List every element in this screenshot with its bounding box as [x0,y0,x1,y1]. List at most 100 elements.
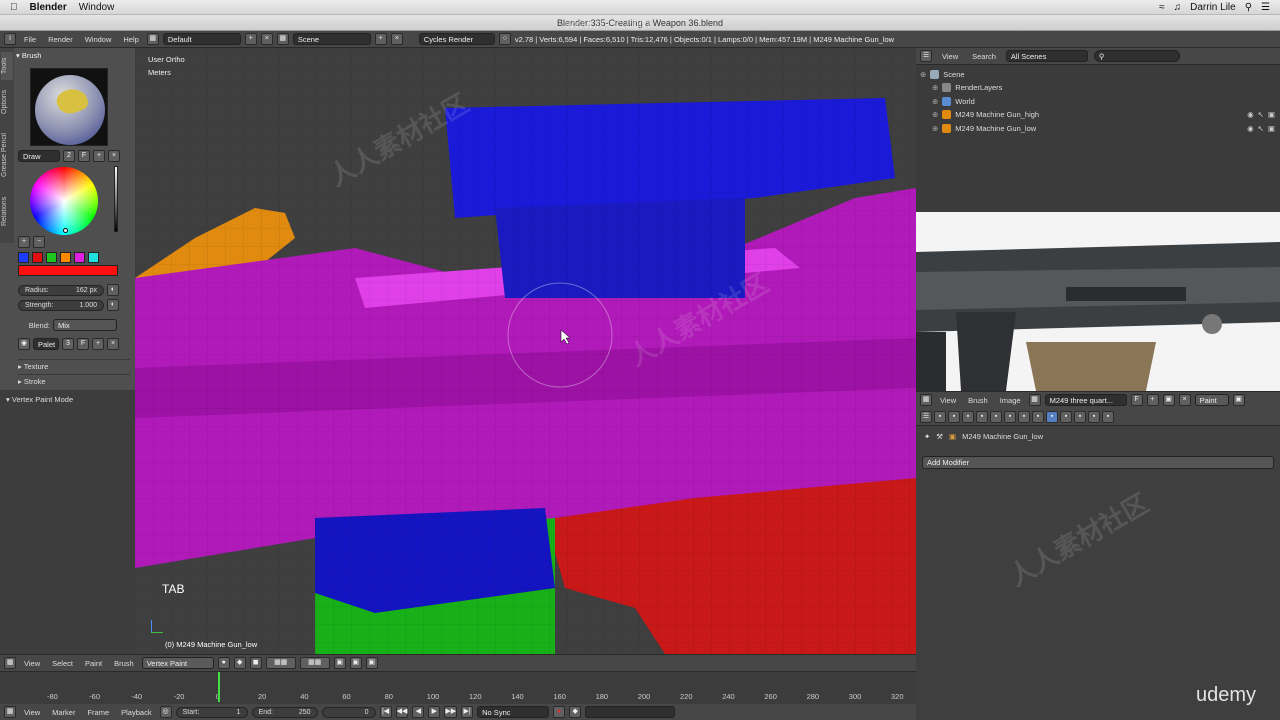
brush-remove-button[interactable]: × [108,150,120,162]
reference-image[interactable] [916,212,1280,391]
expand-toggle-icon[interactable]: ⊕ [932,97,938,106]
outliner-item[interactable]: ⊕ RenderLayers [920,81,1275,94]
brush-users[interactable]: 2 [63,150,75,162]
viewport-paint-menu[interactable]: Paint [81,659,106,668]
play-icon[interactable]: ▶ [428,706,441,718]
mask-icon[interactable]: ◼ [249,657,262,669]
properties-tab-icon[interactable]: ▪ [1018,410,1030,423]
volume-icon[interactable]: ♫ [1174,2,1182,13]
mode-panel-header[interactable]: ▾ Vertex Paint Mode [0,390,135,409]
outliner-search-menu[interactable]: Search [968,52,1000,61]
outliner-item[interactable]: ⊕ M249 Machine Gun_low ◉ ↖ ▣ [920,122,1275,135]
start-frame-field[interactable]: Start: 1 [175,706,248,718]
pin-icon[interactable]: ✦ [924,432,930,441]
menu-render[interactable]: Render [44,35,77,44]
current-frame-field[interactable]: 0 [321,706,376,718]
properties-tab-icon[interactable]: ▪ [1032,410,1044,423]
scene-icon[interactable]: ▦ [276,33,289,45]
menu-list-icon[interactable]: ☰ [1261,2,1270,13]
menu-window[interactable]: Window [81,35,116,44]
menu-help[interactable]: Help [119,35,142,44]
texture-panel-header[interactable]: ▸ Texture [18,359,130,371]
image-editor-icon[interactable]: ▦ [920,394,932,406]
palette-swatch[interactable] [88,251,99,263]
image-open-icon[interactable]: ▣ [1162,394,1175,406]
properties-tab-icon[interactable]: ▪ [962,410,974,423]
timeline[interactable]: -80-60-40-200204060801001201401601802002… [0,671,916,704]
keying-set-icon[interactable]: ◆ [569,706,582,718]
layout-icon[interactable]: ▦ [146,33,159,45]
viewport-brush-menu[interactable]: Brush [110,659,138,668]
palette-remove-color-button[interactable]: − [33,236,45,248]
current-color-field[interactable] [18,265,118,276]
strength-slider[interactable]: Strength: 1.000 [18,299,104,311]
apple-icon[interactable]:  [10,2,18,13]
add-modifier-button[interactable]: Add Modifier [922,456,1274,469]
shading-select-icon[interactable]: ● [217,657,230,669]
keying-set-field[interactable] [585,706,676,718]
image-image-menu[interactable]: Image [996,396,1025,405]
end-frame-field[interactable]: End: 250 [251,706,318,718]
properties-tab-icon[interactable]: ▪ [934,410,946,423]
search-icon[interactable]: ⚲ [1245,2,1252,13]
palette-swatch[interactable] [60,251,71,263]
properties-tab-icon[interactable]: ▪ [948,410,960,423]
layout-remove-button[interactable]: × [260,33,273,45]
timeline-frame-menu[interactable]: Frame [83,708,113,717]
palette-swatch[interactable] [74,251,85,263]
tab-relations[interactable]: Relations [1,190,13,232]
layout-add-button[interactable]: + [244,33,257,45]
image-browse-icon[interactable]: ▦ [1028,394,1041,406]
record-icon[interactable]: ● [553,706,566,718]
opengl-render-icon[interactable]: ▣ [365,657,378,669]
jump-key-back-icon[interactable]: ◀◀ [395,706,409,718]
image-close-button[interactable]: × [1178,394,1191,406]
palette-add-button[interactable]: + [92,338,104,350]
blend-select[interactable]: Mix [53,319,117,331]
timeline-marker-menu[interactable]: Marker [48,708,79,717]
brush-preview[interactable] [30,68,108,146]
properties-editor-icon[interactable]: ☰ [920,410,932,423]
timeline-view-menu[interactable]: View [20,708,44,717]
timeline-playback-menu[interactable]: Playback [117,708,155,717]
brush-fake-user[interactable]: F [78,150,90,162]
palette-swatch[interactable] [46,251,57,263]
app-menu[interactable]: Blender [30,2,67,13]
user-name[interactable]: Darrin Lile [1190,2,1236,13]
select-arrow-icon[interactable]: ↖ [1258,124,1264,133]
current-frame-marker[interactable] [218,672,220,702]
render-camera-icon[interactable]: ▣ [1268,110,1275,119]
outliner-editor-icon[interactable]: ☰ [920,50,932,62]
scene-field[interactable]: Scene [292,33,371,45]
properties-tab-icon[interactable]: ▪ [1088,410,1100,423]
outliner-item[interactable]: ⊕ World [920,95,1275,108]
image-mode-select[interactable]: Paint [1194,394,1229,406]
image-brush-menu[interactable]: Brush [964,396,992,405]
jump-key-forward-icon[interactable]: ▶▶ [444,706,458,718]
stroke-panel-header[interactable]: ▸ Stroke [18,374,130,386]
palette-remove-button[interactable]: × [107,338,119,350]
layers-grid-b[interactable]: ▦▦ [299,657,330,669]
tab-tools[interactable]: Tools [1,52,13,80]
expand-toggle-icon[interactable]: ⊕ [932,110,938,119]
properties-tab-icon[interactable]: ▪ [1046,410,1058,423]
render-engine-select[interactable]: Cycles Render [418,33,495,45]
value-slider[interactable] [114,166,118,232]
palette-swatch[interactable] [18,251,29,263]
render-preview-icon[interactable]: ▣ [349,657,362,669]
layers-grid-a[interactable]: ▦▦ [265,657,296,669]
image-view-menu[interactable]: View [936,396,960,405]
image-pin-icon[interactable]: ▣ [1232,394,1245,406]
pivot-select-icon[interactable]: ◆ [233,657,246,669]
palette-icon[interactable]: ◉ [18,338,30,350]
image-new-button[interactable]: + [1146,394,1159,406]
outliner-item[interactable]: ⊕ M249 Machine Gun_high ◉ ↖ ▣ [920,108,1275,121]
scene-remove-button[interactable]: × [390,33,403,45]
properties-tab-icon[interactable]: ▪ [1102,410,1114,423]
properties-tab-icon[interactable]: ▪ [1074,410,1086,423]
radius-slider[interactable]: Radius: 162 px [18,284,104,296]
image-fake-user[interactable]: F [1130,394,1143,406]
palette-name-field[interactable]: Palet [33,338,59,350]
wifi-icon[interactable]: ≈ [1159,2,1165,13]
layout-field[interactable]: Default [162,33,241,45]
